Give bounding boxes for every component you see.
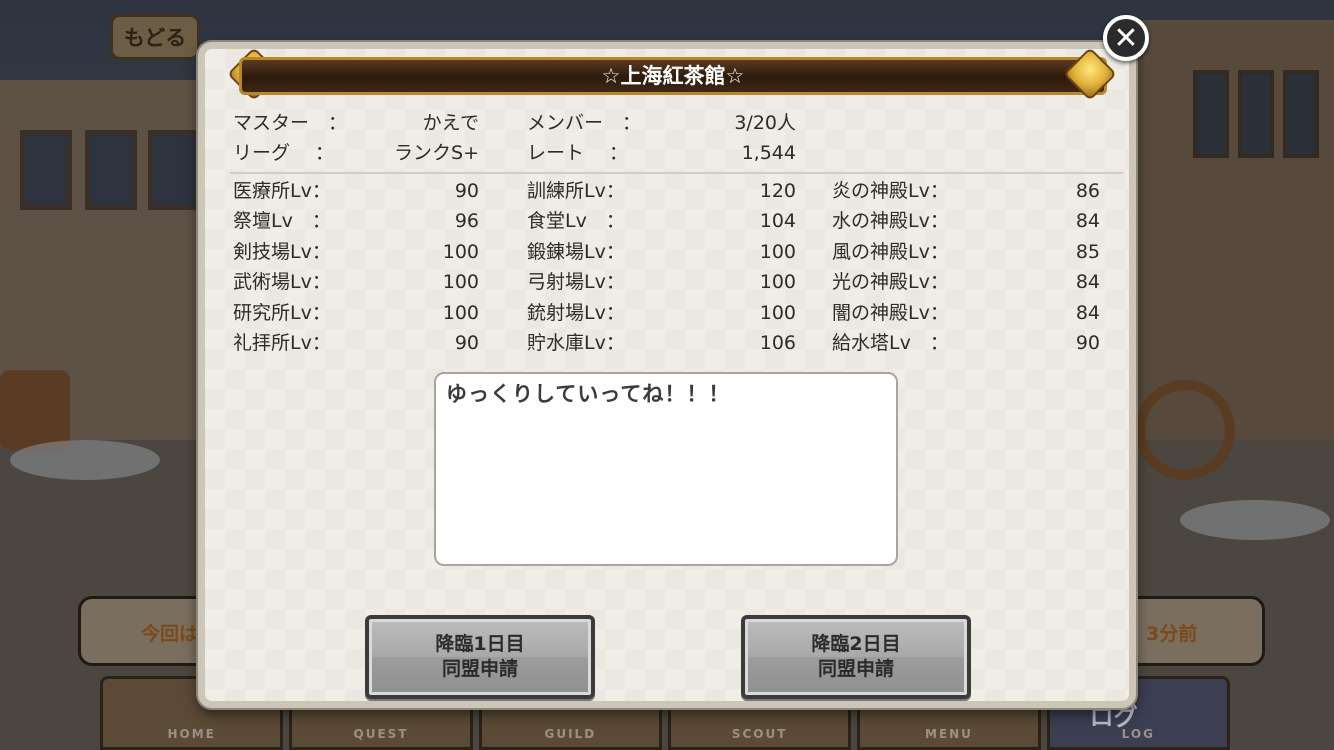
guild-message-box: ゆっくりしていってね！！！ (434, 372, 898, 566)
back-button[interactable]: もどる (110, 14, 200, 60)
facility-level: 86 (1075, 180, 1100, 202)
button-line2: 同盟申請 (441, 658, 518, 680)
facility-level: 100 (442, 271, 479, 293)
master-value: かえで (422, 112, 479, 134)
facility-level: 90 (454, 180, 479, 202)
league-label: リーグ ： (233, 142, 335, 164)
nav-tab-label: QUEST (353, 727, 409, 741)
facility-level: 85 (1075, 241, 1100, 263)
facility-label: 闇の神殿Lv： (832, 302, 949, 324)
background-window (148, 130, 200, 210)
rate-value: 1,544 (741, 142, 796, 164)
background-cart-wheel (1135, 380, 1235, 480)
facility-label: 剣技場Lv： (233, 241, 331, 263)
facility-level: 84 (1075, 302, 1100, 324)
facility-label: 武術場Lv： (233, 271, 331, 293)
facility-level: 106 (759, 332, 796, 354)
background-window (1283, 70, 1319, 158)
facility-label: 食堂Lv ： (527, 210, 625, 232)
league-value: ランクS+ (394, 142, 479, 164)
facility-level: 84 (1075, 271, 1100, 293)
facility-level: 104 (759, 210, 796, 232)
guild-name-title: ☆上海紅茶館☆ (239, 57, 1107, 95)
facility-label: 鍛錬場Lv： (527, 241, 625, 263)
background-snow (10, 440, 160, 480)
member-value: 3/20人 (734, 112, 796, 134)
summary-row: リーグ ： ランクS+ レート ： 1,544 (205, 139, 1125, 167)
facility-level: 96 (454, 210, 479, 232)
facility-label: 礼拝所Lv： (233, 332, 331, 354)
facility-label: 弓射場Lv： (527, 271, 625, 293)
close-icon[interactable]: ✕ (1103, 15, 1149, 61)
nav-tab-label: SCOUT (731, 727, 788, 741)
guild-info-dialog: ☆上海紅茶館☆ マスター ： かえで メンバー ： 3/20人 リーグ ： ラン… (198, 42, 1136, 708)
button-line1: 降臨2日目 (811, 633, 901, 655)
background-window (85, 130, 137, 210)
background-window (1193, 70, 1229, 158)
facility-label: 医療所Lv： (233, 180, 331, 202)
nav-tab-label: GUILD (544, 727, 597, 741)
facility-row: 研究所Lv： 100 銃射場Lv： 100 闇の神殿Lv： 84 (205, 299, 1125, 327)
member-label: メンバー ： (527, 112, 642, 134)
facility-label: 貯水庫Lv： (527, 332, 625, 354)
facility-label: 祭壇Lv ： (233, 210, 331, 232)
background-window (20, 130, 72, 210)
facility-level: 120 (759, 180, 796, 202)
facility-label: 光の神殿Lv： (832, 271, 949, 293)
facility-level: 90 (454, 332, 479, 354)
facility-level: 100 (759, 271, 796, 293)
chat-bubble-left: 今回は (78, 596, 218, 666)
button-line2: 同盟申請 (817, 658, 894, 680)
nav-tab-label: HOME (167, 727, 216, 741)
facility-label: 水の神殿Lv： (832, 210, 949, 232)
facility-level: 100 (759, 241, 796, 263)
facility-level: 84 (1075, 210, 1100, 232)
facility-level: 100 (442, 302, 479, 324)
nav-tab-label: LOG (1121, 727, 1155, 741)
facility-label: 銃射場Lv： (527, 302, 625, 324)
facility-level: 100 (442, 241, 479, 263)
rate-label: レート ： (527, 142, 629, 164)
alliance-request-day1-button[interactable]: 降臨1日目 同盟申請 (365, 615, 595, 699)
guild-message-text: ゆっくりしていってね！！！ (446, 382, 731, 406)
facility-label: 炎の神殿Lv： (832, 180, 949, 202)
facility-label: 研究所Lv： (233, 302, 331, 324)
chat-bubble-right: 3分前 (1125, 596, 1265, 666)
section-divider (230, 172, 1123, 174)
facility-label: 給水塔Lv ： (832, 332, 949, 354)
facility-row: 医療所Lv： 90 訓練所Lv： 120 炎の神殿Lv： 86 (205, 177, 1125, 205)
nav-tab-label: MENU (925, 727, 973, 741)
summary-row: マスター ： かえで メンバー ： 3/20人 (205, 109, 1125, 137)
background-barrel (0, 370, 70, 450)
button-line1: 降臨1日目 (435, 633, 525, 655)
background-snow (1180, 500, 1330, 540)
facility-row: 武術場Lv： 100 弓射場Lv： 100 光の神殿Lv： 84 (205, 268, 1125, 296)
facility-row: 祭壇Lv ： 96 食堂Lv ： 104 水の神殿Lv： 84 (205, 207, 1125, 235)
master-label: マスター ： (233, 112, 348, 134)
facility-label: 風の神殿Lv： (832, 241, 949, 263)
background-window (1238, 70, 1274, 158)
facility-row: 剣技場Lv： 100 鍛錬場Lv： 100 風の神殿Lv： 85 (205, 238, 1125, 266)
facility-label: 訓練所Lv： (527, 180, 625, 202)
alliance-request-day2-button[interactable]: 降臨2日目 同盟申請 (741, 615, 971, 699)
facility-row: 礼拝所Lv： 90 貯水庫Lv： 106 給水塔Lv ： 90 (205, 329, 1125, 357)
facility-level: 100 (759, 302, 796, 324)
facility-level: 90 (1075, 332, 1100, 354)
